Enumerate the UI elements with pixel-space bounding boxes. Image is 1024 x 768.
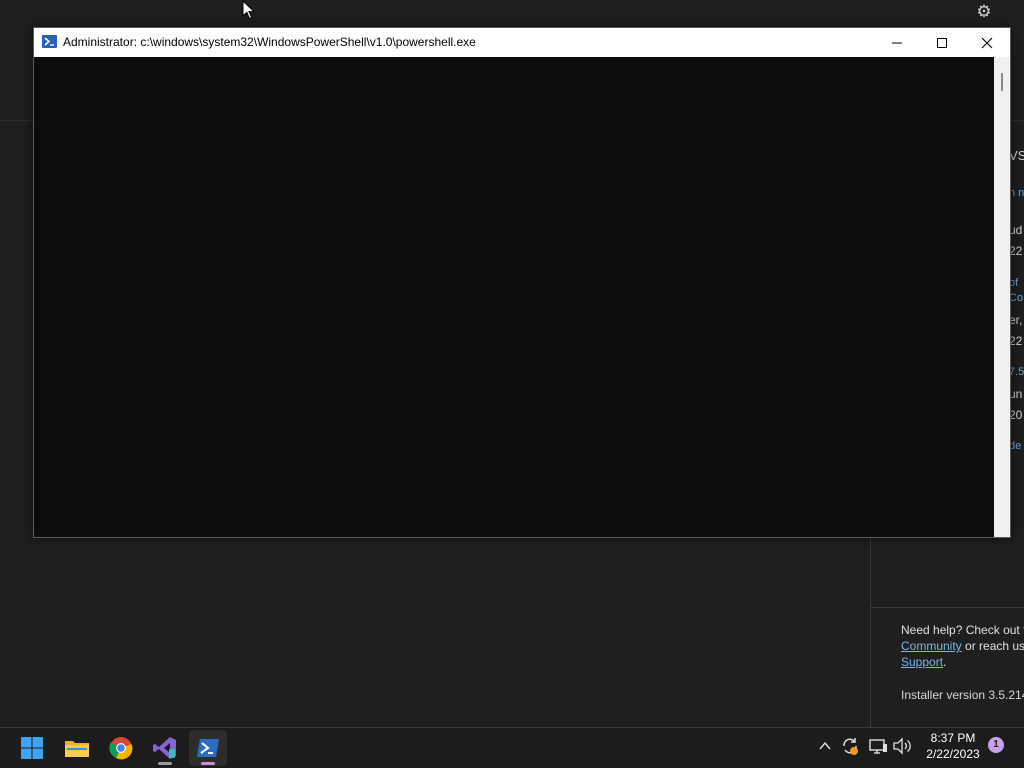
- mouse-cursor-icon: [242, 0, 256, 20]
- community-link[interactable]: Community: [901, 639, 962, 653]
- clipped-link[interactable]: n n: [1009, 187, 1024, 199]
- powershell-icon: [42, 35, 57, 48]
- powershell-icon: [197, 739, 219, 757]
- clipped-text: 22: [1009, 334, 1023, 348]
- powershell-window[interactable]: Administrator: c:\windows\system32\Windo…: [33, 27, 1011, 538]
- taskbar: 8:37 PM 2/22/2023 1: [0, 727, 1024, 768]
- network-icon[interactable]: [868, 736, 888, 756]
- clipped-text: er,: [1009, 313, 1023, 327]
- window-titlebar[interactable]: Administrator: c:\windows\system32\Windo…: [34, 28, 1010, 57]
- clipped-link[interactable]: Co: [1009, 292, 1023, 304]
- divider: [870, 537, 871, 727]
- start-button[interactable]: [13, 730, 51, 766]
- close-button[interactable]: [964, 28, 1010, 57]
- maximize-button[interactable]: [919, 28, 965, 57]
- close-icon: [981, 37, 993, 48]
- desktop: ⚙ VS n n ud 22 of Co er, 22 7.5 un 20 de…: [0, 0, 1024, 768]
- taskbar-visual-studio-installer[interactable]: [146, 730, 184, 766]
- help-prefix: Need help? Check out t: [901, 623, 1024, 637]
- clock-time: 8:37 PM: [930, 731, 976, 745]
- clipped-text: 20: [1009, 408, 1023, 422]
- gear-icon[interactable]: ⚙: [974, 2, 994, 22]
- taskbar-chrome[interactable]: [102, 730, 140, 766]
- clock[interactable]: 8:37 PM 2/22/2023: [918, 730, 988, 762]
- installer-details-clipped: VS n n ud 22 of Co er, 22 7.5 un 20 de: [1009, 140, 1024, 460]
- clipped-text: 22: [1009, 244, 1023, 258]
- console-area[interactable]: [34, 57, 994, 537]
- clipped-text: un: [1009, 387, 1023, 401]
- visual-studio-installer-icon: [153, 737, 176, 759]
- clipped-link[interactable]: 7.5: [1009, 366, 1024, 378]
- help-text: Need help? Check out t Community or reac…: [901, 622, 1024, 670]
- help-mid: or reach us: [961, 639, 1024, 653]
- running-indicator: [158, 762, 172, 765]
- scroll-thumb[interactable]: [1001, 73, 1003, 91]
- installer-version: Installer version 3.5.214: [901, 688, 1024, 702]
- support-link[interactable]: Support: [901, 655, 943, 669]
- clipped-text: VS: [1009, 148, 1024, 163]
- window-title: Administrator: c:\windows\system32\Windo…: [63, 35, 476, 49]
- update-sync-icon[interactable]: [840, 736, 860, 756]
- divider: [870, 607, 1024, 608]
- maximize-icon: [937, 37, 947, 48]
- taskbar-powershell[interactable]: [189, 730, 227, 766]
- clock-date: 2/22/2023: [926, 747, 980, 761]
- volume-icon[interactable]: [892, 736, 912, 756]
- running-indicator: [201, 762, 215, 765]
- taskbar-file-explorer[interactable]: [58, 730, 96, 766]
- clipped-text: ud: [1009, 223, 1023, 237]
- minimize-icon: [892, 42, 902, 43]
- chrome-icon: [109, 737, 133, 760]
- file-explorer-icon: [65, 741, 89, 757]
- chevron-up-icon[interactable]: [817, 738, 833, 754]
- minimize-button[interactable]: [874, 28, 920, 57]
- vertical-scrollbar[interactable]: [994, 57, 1010, 537]
- start-icon: [21, 737, 43, 759]
- notification-badge[interactable]: 1: [988, 737, 1004, 753]
- help-suffix: .: [943, 655, 947, 669]
